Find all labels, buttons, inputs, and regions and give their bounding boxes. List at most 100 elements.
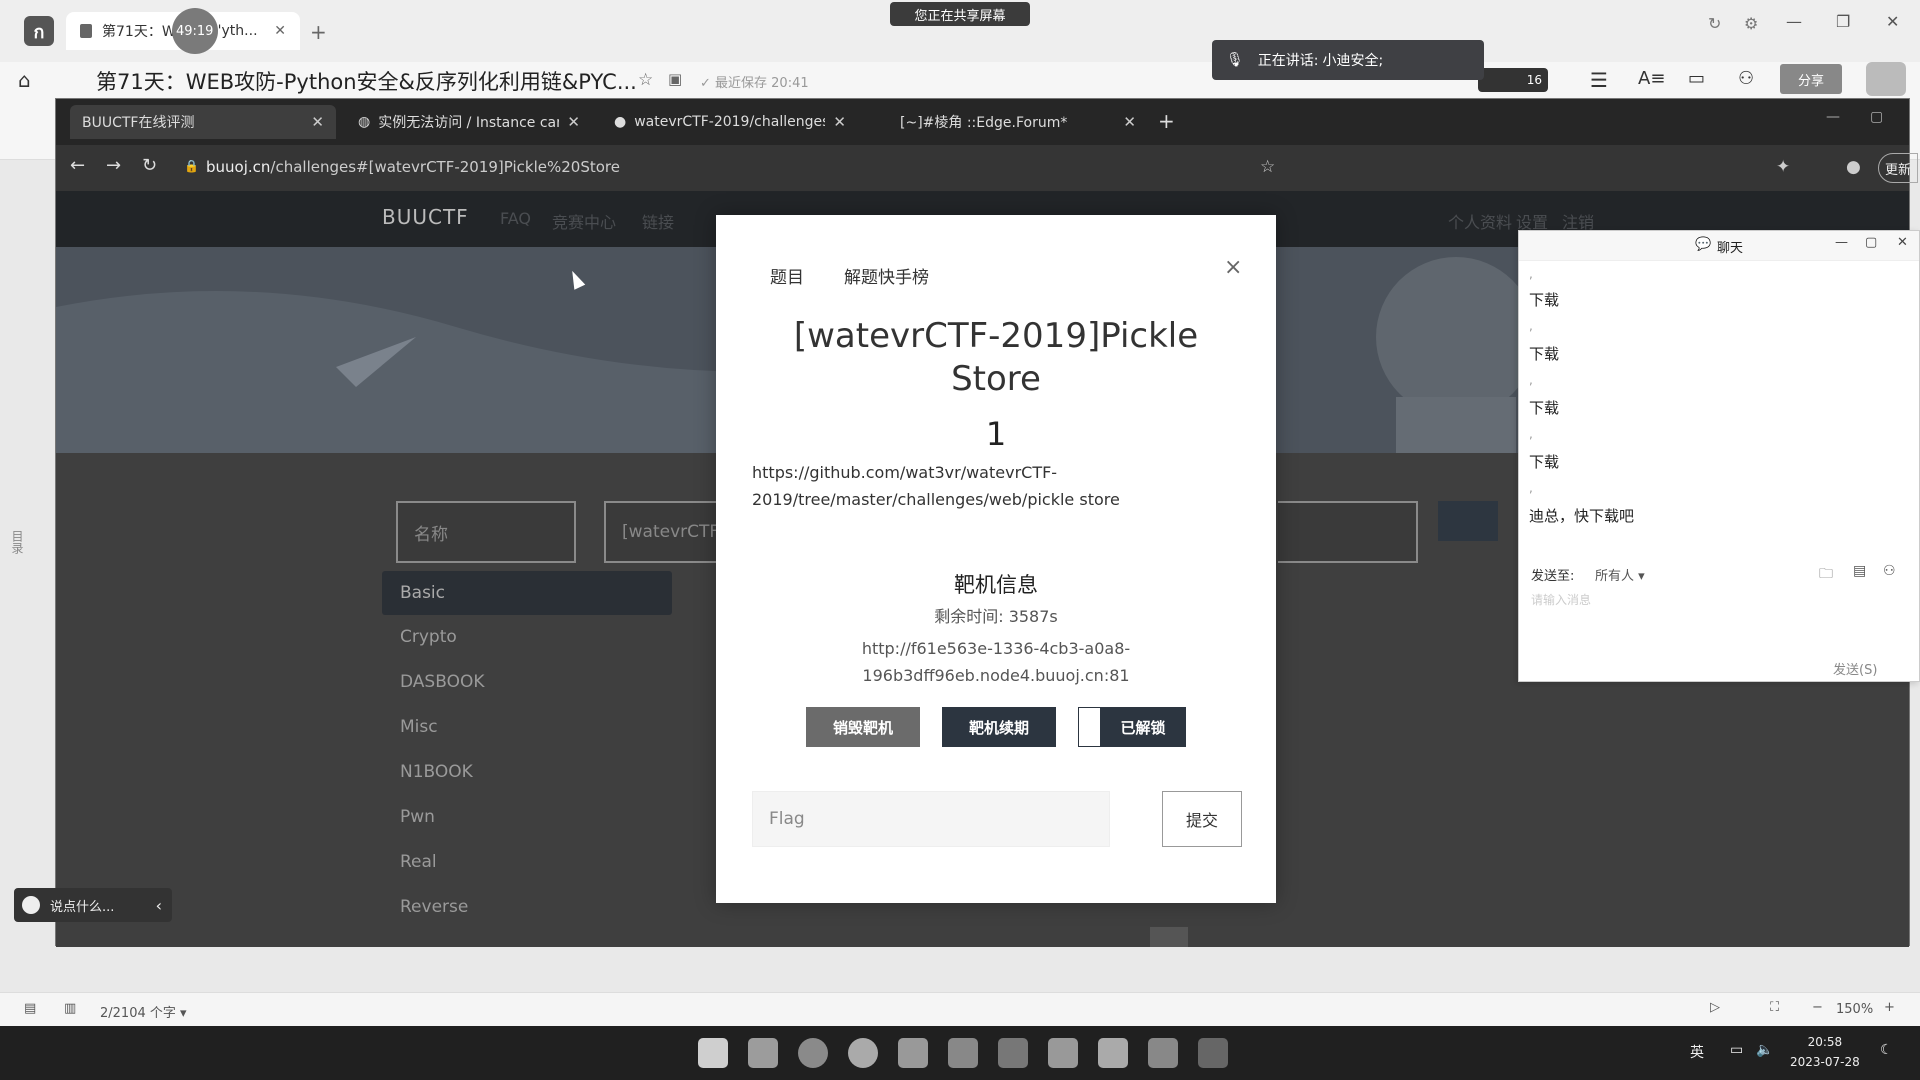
category-real[interactable]: Real <box>382 840 672 884</box>
keyword-filter-input[interactable]: [watevrCTF <box>604 501 724 563</box>
badge-group[interactable]: 16 <box>1478 68 1548 92</box>
refresh-icon[interactable]: ↻ <box>1708 14 1721 33</box>
tab-solve-rank[interactable]: 解题快手榜 <box>844 263 929 288</box>
close-icon[interactable]: ✕ <box>567 113 580 131</box>
inner-tab-forum[interactable]: [~]#棱角 ::Edge.Forum* ✕ <box>888 105 1148 139</box>
send-button[interactable]: 发送(S) <box>1833 659 1877 678</box>
inner-tab-buuctf[interactable]: BUUCTF在线评测 ✕ <box>70 105 336 139</box>
fullscreen-icon[interactable]: ⛶ <box>1770 1000 1779 1015</box>
inner-tab-instance[interactable]: ◍ 实例无法访问 / Instance can't l ✕ <box>346 105 592 139</box>
share-button[interactable]: 分享 <box>1780 64 1842 94</box>
screenshot-icon[interactable]: ▤ <box>1853 563 1866 579</box>
user-options-icon[interactable]: ⚇ <box>1883 563 1896 579</box>
site-brand[interactable]: BUUCTF <box>382 205 469 229</box>
settings-icon[interactable]: ⚙ <box>1744 14 1758 33</box>
add-user-icon[interactable]: ⚇ <box>1738 68 1754 89</box>
ime-indicator[interactable]: 英 <box>1690 1042 1704 1062</box>
reload-icon[interactable]: ↻ <box>142 155 157 176</box>
page-icon[interactable]: ▥ <box>64 1001 76 1016</box>
back-icon[interactable]: ← <box>70 155 85 176</box>
edge-icon[interactable] <box>798 1038 828 1068</box>
folder-icon[interactable]: 🗀 <box>1819 563 1833 587</box>
url-field[interactable]: buuoj.cn/challenges#[watevrCTF-2019]Pick… <box>206 158 620 176</box>
new-tab-button[interactable]: + <box>1158 109 1175 133</box>
pagination-active[interactable] <box>1150 927 1188 947</box>
modal-close-icon[interactable]: × <box>1224 255 1242 280</box>
category-reverse[interactable]: Reverse <box>382 885 672 929</box>
sharing-banner[interactable]: 您正在共享屏幕 <box>890 2 1030 26</box>
destroy-target-button[interactable]: 销毁靶机 <box>806 707 920 747</box>
nav-item-links[interactable]: 链接 <box>642 209 674 233</box>
word-count[interactable]: 2/2104 个字 ▾ <box>100 1002 187 1021</box>
unlocked-button[interactable]: 已解锁 <box>1100 707 1186 747</box>
new-tab-button[interactable]: + <box>310 20 327 44</box>
notification-icon[interactable]: ☾ <box>1880 1042 1893 1058</box>
unlocked-checkbox[interactable] <box>1078 707 1102 747</box>
nav-item-contests[interactable]: 竞赛中心 <box>552 209 616 233</box>
tab-challenge[interactable]: 题目 <box>770 263 804 288</box>
window-close-icon[interactable]: ✕ <box>1886 12 1899 31</box>
minimize-icon[interactable]: — <box>1786 12 1802 31</box>
flag-input[interactable]: Flag <box>752 791 1110 847</box>
avatar[interactable] <box>1866 62 1906 96</box>
zoom-out-icon[interactable]: − <box>1812 1000 1823 1015</box>
nav-item-profile[interactable]: 个人资料 <box>1448 209 1512 233</box>
close-icon[interactable]: ✕ <box>274 23 286 39</box>
star-icon[interactable]: ☆ <box>638 70 653 90</box>
zoom-in-icon[interactable]: + <box>1884 1000 1895 1015</box>
chrome-icon[interactable] <box>848 1038 878 1068</box>
category-basic[interactable]: Basic <box>382 571 672 615</box>
update-button[interactable]: 更新 <box>1878 153 1918 183</box>
forward-icon[interactable]: → <box>106 155 121 176</box>
close-icon[interactable]: ✕ <box>833 113 846 131</box>
nav-item-faq[interactable]: FAQ <box>500 209 531 228</box>
text-size-icon[interactable]: A≡ <box>1638 68 1665 89</box>
category-dasbook[interactable]: DASBOOK <box>382 660 672 704</box>
minimize-icon[interactable]: — <box>1835 235 1848 250</box>
meeting-app-icon[interactable] <box>998 1038 1028 1068</box>
category-misc[interactable]: Misc <box>382 705 672 749</box>
inner-tab-github[interactable]: ● watevrCTF-2019/challenges/w ✕ <box>602 105 858 139</box>
renew-target-button[interactable]: 靶机续期 <box>942 707 1056 747</box>
category-n1book[interactable]: N1BOOK <box>382 750 672 794</box>
burp-icon[interactable] <box>1148 1038 1178 1068</box>
start-icon[interactable] <box>698 1038 728 1068</box>
sidebar-tag[interactable]: 目录 <box>8 530 26 554</box>
extensions-icon[interactable]: ✦ <box>1776 157 1790 177</box>
network-icon[interactable]: ▭ <box>1730 1042 1743 1058</box>
category-crypto[interactable]: Crypto <box>382 615 672 659</box>
vscode-icon[interactable] <box>1048 1038 1078 1068</box>
minimize-icon[interactable]: — <box>1826 109 1840 125</box>
volume-icon[interactable]: 🔈 <box>1756 1042 1773 1058</box>
file-explorer-icon[interactable] <box>748 1038 778 1068</box>
notes-app-icon[interactable] <box>898 1038 928 1068</box>
maximize-icon[interactable]: ▢ <box>1865 235 1877 250</box>
outline-icon[interactable]: ▤ <box>24 1001 36 1016</box>
layout-icon[interactable]: ▣ <box>668 70 682 88</box>
maximize-icon[interactable]: ❐ <box>1836 12 1850 31</box>
home-icon[interactable]: ⌂ <box>18 68 31 92</box>
challenge-source-link[interactable]: https://github.com/wat3vr/watevrCTF- 201… <box>752 459 1192 513</box>
filter-input-right[interactable] <box>1278 501 1418 563</box>
profile-icon[interactable]: ● <box>1846 157 1861 177</box>
photos-icon[interactable] <box>948 1038 978 1068</box>
close-icon[interactable]: ✕ <box>1123 113 1136 131</box>
search-button[interactable] <box>1438 501 1498 541</box>
close-icon[interactable]: ✕ <box>1897 235 1908 250</box>
chevron-left-icon[interactable]: ‹ <box>156 896 162 915</box>
comment-widget[interactable]: 说点什么... ‹ <box>14 888 172 922</box>
hamburger-icon[interactable]: ☰ <box>1590 68 1608 92</box>
zoom-level[interactable]: 150% <box>1836 1002 1873 1017</box>
name-filter-input[interactable]: 名称 <box>396 501 576 563</box>
outer-tab-document[interactable]: 第71天：W 49:19 'yth... ✕ <box>66 8 300 54</box>
chat-input[interactable]: 请输入消息 <box>1531 591 1901 641</box>
submit-flag-button[interactable]: 提交 <box>1162 791 1242 847</box>
send-to-select[interactable]: 所有人 ▾ <box>1595 565 1645 584</box>
emoji-icon[interactable] <box>22 896 40 914</box>
target-url[interactable]: http://f61e563e-1336-4cb3-a0a8- 196b3dff… <box>716 635 1276 689</box>
play-icon[interactable]: ▷ <box>1710 1000 1720 1015</box>
pycharm-icon[interactable] <box>1098 1038 1128 1068</box>
present-icon[interactable]: ▭ <box>1688 68 1705 89</box>
close-icon[interactable]: ✕ <box>311 113 324 131</box>
terminal-icon[interactable] <box>1198 1038 1228 1068</box>
